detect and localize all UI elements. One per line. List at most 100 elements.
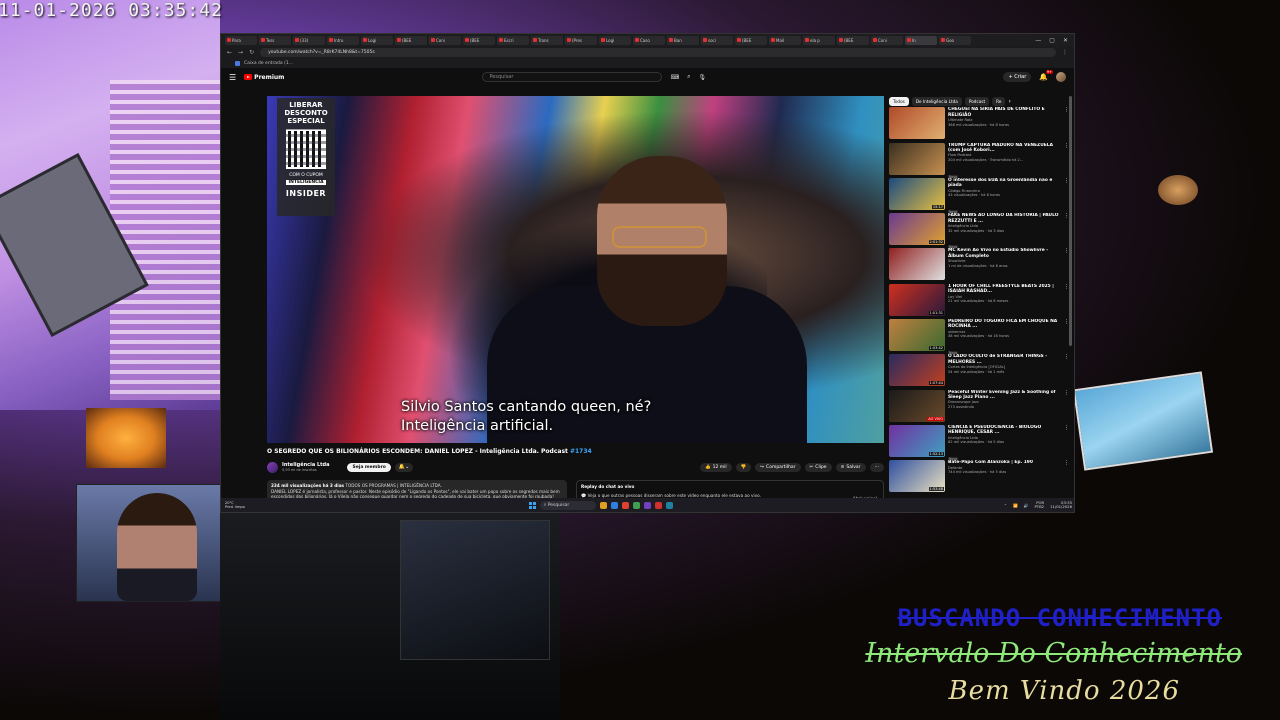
notifications-icon[interactable]: 🔔 9+ [1039, 70, 1053, 81]
video-player[interactable]: LIBERAR DESCONTO ESPECIAL COM O CUPOM IN… [267, 96, 884, 443]
save-button[interactable]: ≡ Salvar [835, 462, 866, 472]
browser-tab[interactable]: Coni [429, 35, 461, 45]
browser-tab[interactable]: (BEE [735, 35, 767, 45]
filter-chip[interactable]: Podcast [964, 97, 990, 106]
weather-widget[interactable]: 20°C Pred. limpo [225, 501, 245, 509]
volume-icon[interactable]: 🔊 [1024, 503, 1029, 508]
browser-tab[interactable]: (BEE [837, 35, 869, 45]
chrome-icon[interactable] [621, 501, 629, 509]
edge-icon[interactable] [610, 501, 618, 509]
chevron-right-icon[interactable]: › [1008, 98, 1010, 105]
taskbar-search[interactable]: ⌕ Pesquisar [539, 500, 596, 510]
more-options-icon[interactable]: ⋮ [1064, 460, 1069, 495]
close-icon[interactable]: ✕ [1063, 37, 1068, 44]
clip-button[interactable]: ✂ Clipe [804, 462, 832, 472]
avatar[interactable] [1056, 72, 1066, 82]
more-actions-button[interactable]: ⋯ [869, 462, 884, 472]
tray-chevron-icon[interactable]: ⌃ [1004, 503, 1007, 508]
subscribe-bell-button[interactable]: 🔔 ⌄ [394, 462, 414, 472]
minimize-icon[interactable]: — [1035, 37, 1041, 44]
video-title-text: O LADO OCULTO de STRANGER THINGS - MELHO… [948, 354, 1048, 365]
recommended-video[interactable]: TRUMP CAPTURA MADURO NA VENEZUELA (com J… [889, 142, 1069, 178]
video-thumbnail[interactable]: 1:03:42 [889, 319, 945, 352]
video-thumbnail[interactable]: 15:17 [889, 177, 945, 210]
create-button[interactable]: + Criar [1003, 72, 1032, 82]
filter-chip[interactable]: De Inteligência Ltda [911, 97, 962, 106]
recommended-video[interactable]: MC Kevin Ao Vivo no Estúdio Showlivre - … [889, 248, 1069, 283]
browser-tab[interactable]: (BEE [395, 35, 427, 45]
video-thumbnail[interactable]: 1:01:31 [889, 283, 945, 316]
app-icon[interactable] [665, 501, 673, 509]
app-icon[interactable] [632, 501, 640, 509]
more-options-icon[interactable]: ⋮ [1064, 425, 1069, 460]
page-scrollbar[interactable] [1069, 96, 1072, 346]
browser-tab[interactable]: Ban [667, 35, 699, 45]
search-input[interactable]: Pesquisar [482, 72, 663, 82]
recommended-video[interactable]: AO VIVO Peaceful Winter Evening Jazz & So… [889, 389, 1069, 425]
join-button[interactable]: Seja membro [347, 462, 391, 472]
recommended-video[interactable]: 1:52:13 CIÊNCIA E PSEUDOCIÊNCIA - BIÓLOGO… [889, 424, 1069, 460]
search-icon[interactable]: ⌕ [687, 73, 690, 81]
video-thumbnail[interactable] [889, 248, 945, 281]
browser-tab[interactable]: Caso [633, 35, 665, 45]
youtube-logo[interactable]: Premium [244, 74, 284, 81]
clock[interactable]: 03:35 11/01/2026 [1050, 500, 1072, 509]
browser-tab[interactable]: Escri [497, 35, 529, 45]
recommended-video[interactable]: 2:01:32 FAKE NEWS AO LONGO DA HISTÓRIA | … [889, 213, 1069, 249]
recommended-video[interactable]: CHEGUEI NA SÍRIA PAÍS DE CONFLITO E RELI… [889, 107, 1069, 142]
video-thumbnail[interactable]: AO VIVO [889, 389, 945, 422]
bookmark-inbox[interactable]: Caixa de entrada (1... [244, 61, 293, 66]
file-explorer-icon[interactable] [599, 501, 607, 509]
maximize-icon[interactable]: ▢ [1049, 37, 1055, 44]
menu-icon[interactable]: ☰ [229, 73, 236, 82]
filter-chip[interactable]: Todos [889, 97, 909, 106]
browser-tab[interactable]: (33) [293, 35, 325, 45]
wifi-icon[interactable]: 📶 [1013, 503, 1018, 508]
recommended-video[interactable]: 1:03:42 PEDREIRO DO TOGURO FICA EM CHOQUE… [889, 319, 1069, 355]
video-thumbnail[interactable]: 1:53:48 [889, 460, 945, 493]
windows-start-icon[interactable] [528, 501, 536, 509]
video-thumbnail[interactable] [889, 142, 945, 175]
recommended-video[interactable]: 1:07:44 O LADO OCULTO de STRANGER THINGS … [889, 354, 1069, 389]
more-options-icon[interactable]: ⋮ [1064, 390, 1069, 425]
video-thumbnail[interactable]: 1:52:13 [889, 424, 945, 457]
channel-avatar[interactable] [267, 461, 278, 473]
reload-icon[interactable]: ↻ [249, 49, 254, 56]
browser-tab[interactable]: Goo [939, 35, 971, 45]
app-icon[interactable] [654, 501, 662, 509]
recommended-video[interactable]: 1:01:31 1 HOUR OF CHILL FREESTYLE BEATS 2… [889, 283, 1069, 319]
dislike-button[interactable]: 👎 [735, 462, 752, 472]
browser-tab[interactable]: Intru [327, 35, 359, 45]
extensions-icon[interactable]: ⋮ [1062, 49, 1068, 56]
share-button[interactable]: ↪ Compartilhar [755, 462, 801, 472]
video-thumbnail[interactable]: 2:01:32 [889, 213, 945, 246]
forward-icon[interactable]: → [238, 49, 243, 56]
browser-tab[interactable]: Para [225, 35, 257, 45]
browser-tab[interactable]: Logi [599, 35, 631, 45]
filter-chip[interactable]: Re [992, 97, 1006, 106]
app-icon[interactable] [643, 501, 651, 509]
browser-tab[interactable]: Trans [531, 35, 563, 45]
back-icon[interactable]: ← [227, 49, 232, 56]
keyboard-icon[interactable]: ⌨ [670, 74, 679, 81]
mic-icon[interactable]: 🎙 [698, 74, 706, 81]
video-hashtag[interactable]: #1734 [570, 448, 592, 455]
video-thumbnail[interactable]: 1:07:44 [889, 354, 945, 387]
browser-tab[interactable]: Tess [259, 35, 291, 45]
browser-tab[interactable]: (BEE [463, 35, 495, 45]
recommended-video[interactable]: 1:53:48 Bate-Papo Com Alanzoka | Ep. 190 D… [889, 460, 1069, 495]
browser-tab[interactable]: Coni [871, 35, 903, 45]
url-field[interactable]: youtube.com/watch?v=_R8rK74LNh8&t=7505s [260, 48, 1056, 57]
browser-tab[interactable]: (Pres [565, 35, 597, 45]
promo-overlay[interactable]: LIBERAR DESCONTO ESPECIAL COM O CUPOM IN… [277, 98, 335, 216]
more-options-icon[interactable]: ⋮ [1064, 354, 1069, 389]
browser-tab[interactable]: Mail [769, 35, 801, 45]
like-button[interactable]: 👍 12 mil [700, 462, 732, 472]
browser-tab[interactable]: In [905, 35, 937, 45]
recommended-video[interactable]: 15:17 O interesse dos EUA na Groenlândia … [889, 177, 1069, 213]
browser-tab[interactable]: Logi [361, 35, 393, 45]
language-indicator[interactable]: POR PTB2 [1034, 500, 1044, 509]
browser-tab[interactable]: soci [701, 35, 733, 45]
video-thumbnail[interactable] [889, 107, 945, 140]
browser-tab[interactable]: ela p [803, 35, 835, 45]
